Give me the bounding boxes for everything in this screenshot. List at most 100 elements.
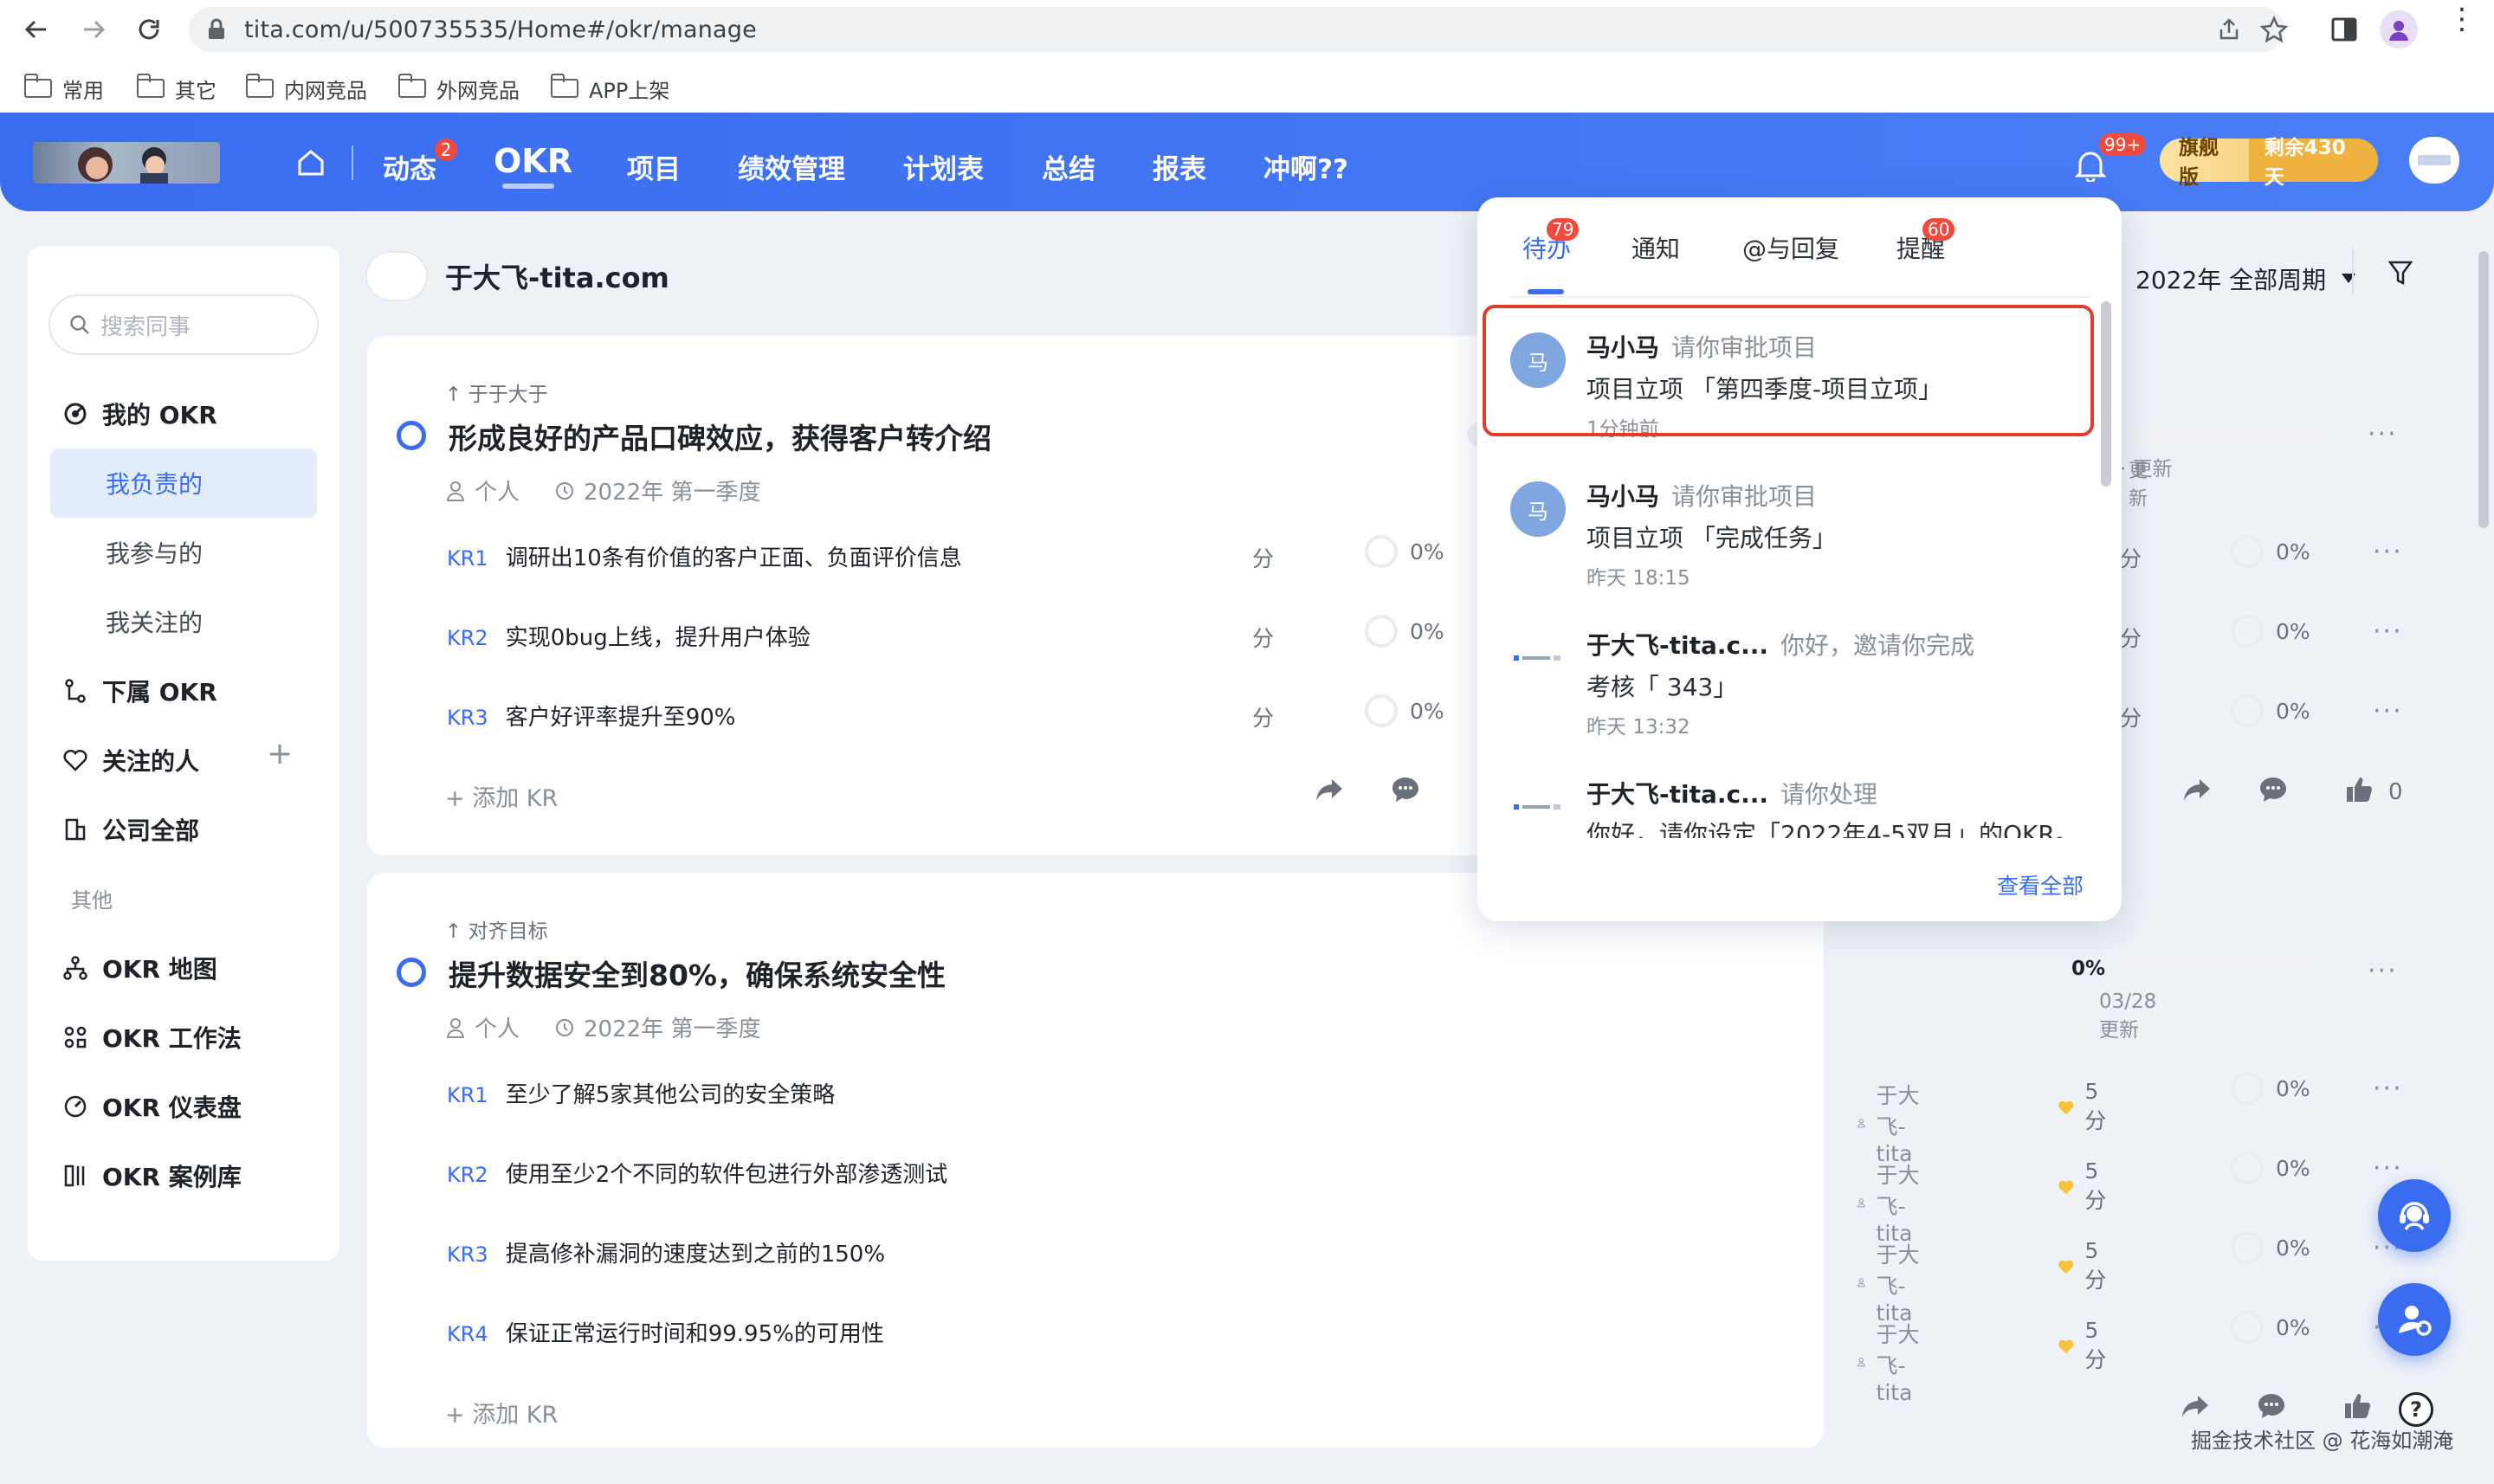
grid-icon	[64, 1026, 87, 1048]
owner-name: 于大飞-tita.com	[445, 261, 669, 294]
kr-row[interactable]: KR2 实现0bug上线，提升用户体验	[447, 620, 811, 652]
nav-dynamic[interactable]: 动态 2	[383, 139, 457, 186]
nav-project[interactable]: 项目	[627, 147, 681, 186]
owner-avatar[interactable]	[365, 251, 428, 301]
thumbs-up-icon[interactable]	[2343, 1392, 2371, 1420]
customer-service-button[interactable]	[2378, 1179, 2451, 1252]
filter-icon[interactable]	[2388, 260, 2413, 287]
help-icon[interactable]: ?	[2399, 1392, 2433, 1427]
sidebar-okr-map[interactable]: OKR 地图	[62, 947, 217, 989]
more-icon[interactable]: ···	[2373, 616, 2403, 647]
more-icon[interactable]: ···	[2373, 1153, 2403, 1184]
user-settings-button[interactable]	[2378, 1283, 2451, 1356]
nav-active-indicator	[502, 184, 554, 189]
notification-item[interactable]: 于大飞-tita.c... 你好，邀请你完成 考核「 343」 昨天 13:32	[1510, 611, 2082, 741]
company-logo-banner[interactable]	[33, 142, 220, 184]
kr-progress: 0%	[2231, 1152, 2310, 1184]
address-bar[interactable]: tita.com/u/500735535/Home#/okr/manage	[189, 7, 2288, 52]
share-arrow-icon[interactable]	[2182, 777, 2212, 803]
share-icon[interactable]	[2217, 17, 2241, 42]
thumbs-up-icon[interactable]	[2345, 776, 2373, 803]
progress-note: 03/28 更新	[2099, 990, 2157, 1042]
page-scrollbar[interactable]	[2478, 251, 2489, 528]
more-icon[interactable]: ···	[2373, 1074, 2403, 1104]
user-avatar[interactable]	[2409, 137, 2459, 184]
watermark: 掘金技术社区 @ 花海如潮淹	[2191, 1429, 2454, 1453]
popup-scrollbar[interactable]	[2101, 301, 2111, 487]
heart-icon	[2058, 1260, 2074, 1274]
kr-row[interactable]: KR2 使用至少2个不同的软件包进行外部渗透测试	[447, 1157, 947, 1189]
plan-badge[interactable]: 旗舰版 剩余430天	[2160, 137, 2378, 189]
objective-status-ring[interactable]	[397, 958, 426, 987]
sidebar-company[interactable]: 公司全部	[62, 809, 199, 850]
nav-performance[interactable]: 绩效管理	[738, 147, 845, 186]
tab-divider	[1510, 296, 2090, 298]
bookmark-2[interactable]: 内网竞品	[245, 71, 367, 106]
share-arrow-icon[interactable]	[1315, 777, 1344, 803]
profile-avatar-icon[interactable]	[2380, 10, 2418, 48]
kr-row[interactable]: KR3 提高修补漏洞的速度达到之前的150%	[447, 1236, 885, 1268]
sidebar-okr-cases[interactable]: OKR 案例库	[62, 1155, 242, 1197]
tab-notice[interactable]: 通知	[1631, 230, 1680, 265]
tab-mentions[interactable]: @与回复	[1742, 230, 1839, 265]
heart-outline-icon	[63, 749, 87, 771]
sidebar-sub-okr[interactable]: 下属 OKR	[62, 670, 217, 712]
nav-rush[interactable]: 冲啊??	[1263, 147, 1348, 186]
more-icon[interactable]: ···	[2373, 537, 2403, 567]
sidebar-item-responsible[interactable]: 我负责的	[106, 466, 203, 500]
notification-bell[interactable]: 99+	[2075, 133, 2147, 182]
bookmark-3[interactable]: 外网竞品	[397, 71, 520, 106]
more-icon[interactable]: ···	[2368, 419, 2398, 449]
kr-row[interactable]: KR4 保证正常运行时间和99.95%的可用性	[447, 1316, 884, 1348]
nav-okr[interactable]: OKR	[494, 142, 572, 180]
kr-progress: 0%	[1365, 535, 1444, 568]
kr-score: 分	[2120, 626, 2142, 651]
more-icon[interactable]: ···	[2368, 956, 2398, 986]
sidebar-okr-method[interactable]: OKR 工作法	[62, 1016, 242, 1058]
forward-arrow-icon[interactable]	[76, 12, 111, 47]
bookmark-4[interactable]: APP上架	[550, 71, 669, 106]
sidebar-okr-dashboard[interactable]: OKR 仪表盘	[62, 1086, 242, 1127]
bookmark-0[interactable]: 常用	[23, 71, 104, 106]
notification-item[interactable]: 于大飞-tita.c... 请你处理 你好，请你设定「2022年4-5双月」的OK…	[1510, 760, 2082, 864]
bookmark-star-icon[interactable]	[2260, 16, 2288, 43]
sidebar-item-participated[interactable]: 我参与的	[106, 535, 203, 570]
kr-row[interactable]: KR1 调研出10条有价值的客户正面、负面评价信息	[447, 540, 962, 572]
sidebar-toggle-icon[interactable]	[2331, 17, 2357, 42]
reload-icon[interactable]	[132, 12, 166, 47]
view-all-link[interactable]: 查看全部	[1997, 869, 2084, 900]
share-arrow-icon[interactable]	[2181, 1394, 2210, 1420]
back-arrow-icon[interactable]	[19, 12, 54, 47]
heart-icon	[2058, 1100, 2074, 1114]
sidebar-followed-people[interactable]: 关注的人	[62, 739, 199, 781]
sidebar-item-followed[interactable]: 我关注的	[106, 604, 203, 639]
nav-report[interactable]: 报表	[1153, 147, 1206, 186]
nav-summary[interactable]: 总结	[1042, 147, 1095, 186]
comment-icon[interactable]	[2257, 1392, 2286, 1420]
kr-owner[interactable]: 于大飞-tita	[1857, 1238, 1924, 1326]
home-icon[interactable]	[296, 149, 326, 177]
comment-icon[interactable]	[1391, 776, 1420, 803]
comment-icon[interactable]	[2258, 776, 2288, 803]
headset-icon	[2400, 1202, 2429, 1230]
objective-title[interactable]: 提升数据安全到80%，确保系统安全性	[449, 952, 946, 994]
colleague-search[interactable]: 搜索同事	[48, 294, 319, 355]
objective-title[interactable]: 形成良好的产品口碑效应，获得客户转介绍	[449, 416, 992, 457]
bookmark-1[interactable]: 其它	[136, 71, 216, 106]
notification-item[interactable]: 马 马小马 请你审批项目 项目立项 「完成任务」 昨天 18:15	[1510, 462, 2082, 592]
period-select[interactable]: 2022年 全部周期	[2135, 261, 2356, 296]
kr-owner[interactable]: 于大飞-tita	[1857, 1158, 1924, 1246]
more-icon[interactable]: ···	[2373, 696, 2403, 726]
add-kr-button[interactable]: + 添加 KR	[445, 1396, 558, 1429]
kr-row[interactable]: KR1 至少了解5家其他公司的安全策略	[447, 1077, 835, 1109]
add-kr-button[interactable]: + 添加 KR	[445, 779, 558, 813]
nav-plan[interactable]: 计划表	[903, 147, 984, 186]
sidebar-my-okr[interactable]: 我的 OKR	[62, 393, 217, 435]
kr-owner[interactable]: 于大飞-tita	[1857, 1318, 1924, 1405]
objective-status-ring[interactable]	[397, 421, 426, 450]
avatar: 马	[1510, 481, 1566, 537]
kr-row[interactable]: KR3 客户好评率提升至90%	[447, 700, 735, 732]
kr-owner[interactable]: 于大飞-tita	[1857, 1079, 1924, 1166]
kebab-menu-icon[interactable]: ⋮	[2447, 4, 2477, 34]
add-follow-plus-icon[interactable]: +	[267, 736, 293, 771]
